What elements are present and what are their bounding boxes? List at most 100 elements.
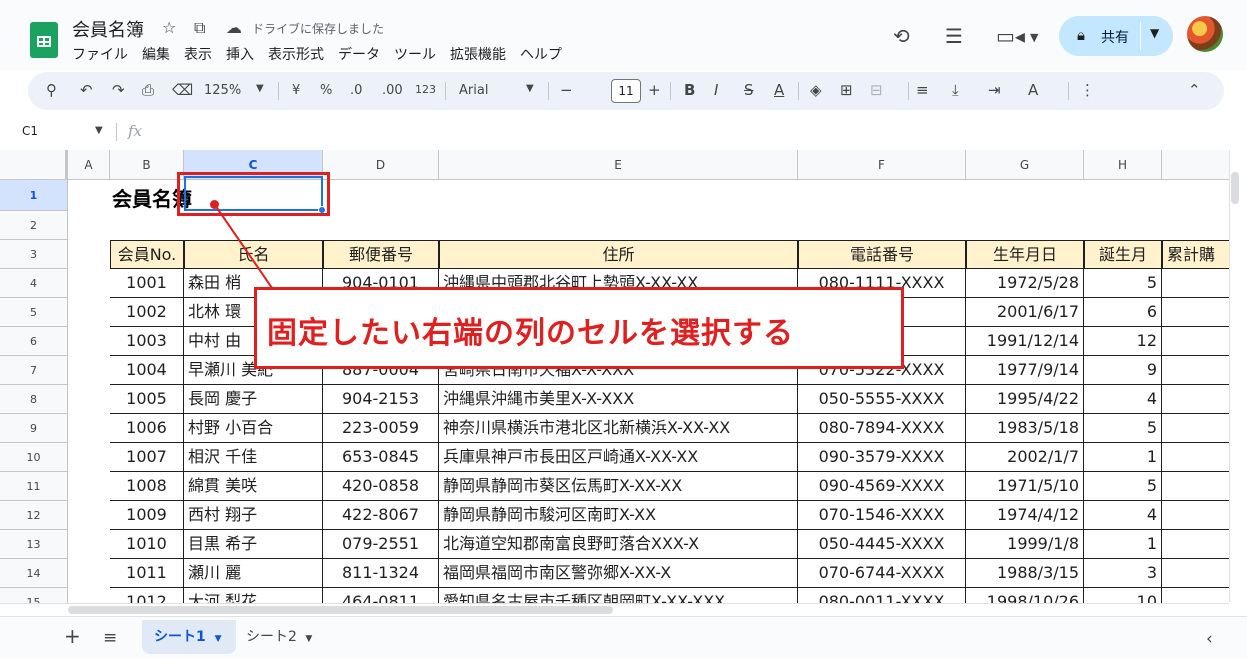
birth-month-cell[interactable]: 9 [1084,356,1162,385]
menu-extensions[interactable]: 拡張機能 [450,44,506,64]
row-header-4[interactable]: 4 [0,269,68,298]
birthdate-cell[interactable]: 1983/5/18 [966,414,1084,443]
birthdate-cell[interactable]: 1988/3/15 [966,559,1084,588]
birth-month-cell[interactable]: 10 [1084,588,1162,604]
sheets-logo-icon[interactable] [30,22,58,58]
add-sheet-icon[interactable]: + [64,624,81,648]
row-header-3[interactable]: 3 [0,240,68,269]
total-purchase-cell[interactable] [1162,269,1229,298]
member-no-cell[interactable]: 1006 [110,414,184,443]
address-cell[interactable]: 静岡県静岡市駿河区南町X-XX [439,501,798,530]
name-cell[interactable]: 村野 小百合 [184,414,323,443]
print-icon[interactable]: ⎙ [142,81,154,99]
name-cell[interactable]: 目黒 希子 [184,530,323,559]
birthdate-cell[interactable]: 2002/1/7 [966,443,1084,472]
header-birth-month[interactable]: 誕生月 [1084,240,1162,269]
decrease-font-size-icon[interactable]: − [560,81,573,99]
phone-cell[interactable]: 080-0011-XXXX [798,588,966,604]
menu-insert[interactable]: 挿入 [226,44,254,64]
member-no-cell[interactable]: 1004 [110,356,184,385]
total-purchase-cell[interactable] [1162,501,1229,530]
paint-format-icon[interactable]: ⌫ [172,81,193,99]
font-dropdown-icon[interactable]: ▼ [526,83,534,94]
header-postal-code[interactable]: 郵便番号 [323,240,439,269]
sheet-tab-1[interactable]: シート1 ▼ [142,620,236,654]
birthdate-cell[interactable]: 2001/6/17 [966,298,1084,327]
member-no-cell[interactable]: 1011 [110,559,184,588]
phone-cell[interactable]: 070-6744-XXXX [798,559,966,588]
vertical-scroll-thumb[interactable] [1231,172,1239,204]
address-cell[interactable]: 静岡県静岡市葵区伝馬町X-XX-XX [439,472,798,501]
share-dropdown-icon[interactable]: ▼ [1150,26,1159,40]
menu-help[interactable]: ヘルプ [520,44,562,64]
menu-tools[interactable]: ツール [394,44,436,64]
total-purchase-cell[interactable] [1162,414,1229,443]
row-header-14[interactable]: 14 [0,559,68,588]
menu-edit[interactable]: 編集 [142,44,170,64]
postal-code-cell[interactable]: 079-2551 [323,530,439,559]
horizontal-scroll-thumb[interactable] [68,606,613,614]
address-cell[interactable]: 兵庫県神戸市長田区戸崎通X-XX-XX [439,443,798,472]
zoom-select[interactable]: 125% [204,83,241,98]
total-purchase-cell[interactable] [1162,356,1229,385]
text-color-button[interactable]: A [774,81,784,99]
birth-month-cell[interactable]: 3 [1084,559,1162,588]
name-cell[interactable]: 相沢 千佳 [184,443,323,472]
header-total-purchase[interactable]: 累計購 [1162,240,1229,269]
fill-color-icon[interactable]: ◈ [810,81,822,99]
birth-month-cell[interactable]: 1 [1084,530,1162,559]
header-birthdate[interactable]: 生年月日 [966,240,1084,269]
row-header-10[interactable]: 10 [0,443,68,472]
phone-cell[interactable]: 090-3579-XXXX [798,443,966,472]
horizontal-align-icon[interactable]: ≡ [916,81,929,99]
star-icon[interactable]: ☆ [162,18,176,37]
birthdate-cell[interactable]: 1971/5/10 [966,472,1084,501]
total-purchase-cell[interactable] [1162,443,1229,472]
menu-file[interactable]: ファイル [72,44,128,64]
birthdate-cell[interactable]: 1991/12/14 [966,327,1084,356]
currency-format-button[interactable]: ¥ [292,83,300,98]
meet-icon[interactable]: ▭◂ [996,24,1025,48]
birthdate-cell[interactable]: 1995/4/22 [966,385,1084,414]
total-purchase-cell[interactable] [1162,530,1229,559]
row-header-5[interactable]: 5 [0,298,68,327]
name-cell[interactable]: 長岡 慶子 [184,385,323,414]
column-header-f[interactable]: F [798,150,966,180]
bold-button[interactable]: B [684,81,695,99]
row-header-8[interactable]: 8 [0,385,68,414]
birth-month-cell[interactable]: 5 [1084,472,1162,501]
merge-cells-icon[interactable]: ⊟ [870,81,883,99]
column-header-d[interactable]: D [323,150,439,180]
sheet-tab-1-dropdown-icon[interactable]: ▼ [215,634,222,644]
total-purchase-cell[interactable] [1162,472,1229,501]
postal-code-cell[interactable]: 420-0858 [323,472,439,501]
address-cell[interactable]: 愛知県名古屋市千種区朝岡町X-XX-XXX [439,588,798,604]
document-title[interactable]: 会員名簿 [72,16,144,42]
vertical-align-icon[interactable]: ⤓ [952,81,959,99]
percent-format-button[interactable]: % [320,83,332,98]
menu-view[interactable]: 表示 [184,44,212,64]
birth-month-cell[interactable]: 6 [1084,298,1162,327]
name-box[interactable]: C1 [22,124,38,138]
sheet-tab-2-dropdown-icon[interactable]: ▼ [305,634,312,644]
row-header-11[interactable]: 11 [0,472,68,501]
postal-code-cell[interactable]: 653-0845 [323,443,439,472]
row-header-2[interactable]: 2 [0,211,68,240]
phone-cell[interactable]: 050-5555-XXXX [798,385,966,414]
address-cell[interactable]: 福岡県福岡市南区警弥郷X-XX-X [439,559,798,588]
name-box-dropdown-icon[interactable]: ▼ [95,125,103,136]
italic-button[interactable]: I [714,81,718,99]
undo-icon[interactable]: ↶ [80,81,93,99]
member-no-cell[interactable]: 1001 [110,269,184,298]
zoom-dropdown-icon[interactable]: ▼ [256,83,264,94]
phone-cell[interactable]: 080-7894-XXXX [798,414,966,443]
column-header-g[interactable]: G [966,150,1084,180]
row-header-7[interactable]: 7 [0,356,68,385]
row-header-12[interactable]: 12 [0,501,68,530]
member-no-cell[interactable]: 1009 [110,501,184,530]
cloud-saved-icon[interactable]: ☁ [226,18,242,37]
row-header-15[interactable]: 15 [0,588,68,604]
birth-month-cell[interactable]: 5 [1084,269,1162,298]
member-no-cell[interactable]: 1002 [110,298,184,327]
address-cell[interactable]: 沖縄県沖縄市美里X-X-XXX [439,385,798,414]
